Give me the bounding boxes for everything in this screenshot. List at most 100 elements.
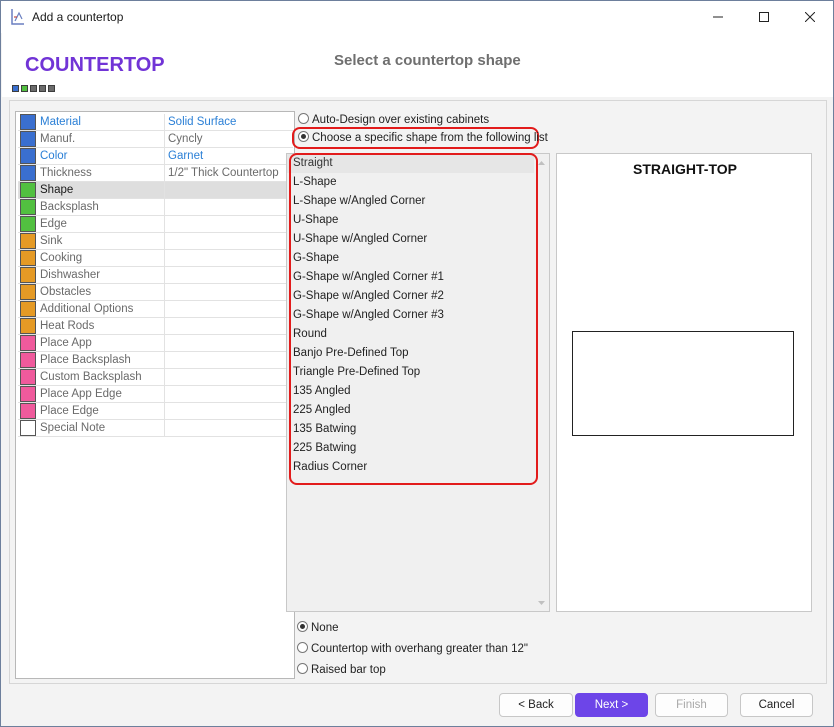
progress-dot [30, 85, 37, 92]
back-button[interactable]: < Back [499, 693, 573, 717]
property-name: Sink [38, 233, 165, 249]
property-row-heat-rods[interactable]: Heat Rods [18, 318, 293, 335]
property-row-dishwasher[interactable]: Dishwasher [18, 267, 293, 284]
progress-dot [39, 85, 46, 92]
raised-bar-radio[interactable] [297, 663, 308, 674]
close-button[interactable] [787, 1, 833, 32]
property-value [165, 250, 168, 266]
status-swatch-icon [20, 284, 36, 300]
property-name: Custom Backsplash [38, 369, 165, 385]
progress-dot [12, 85, 19, 92]
property-name: Material [38, 114, 165, 130]
raised-bar-option[interactable]: Raised bar top [297, 663, 386, 676]
overhang-radio[interactable] [297, 642, 308, 653]
property-name: Backsplash [38, 199, 165, 215]
property-row-obstacles[interactable]: Obstacles [18, 284, 293, 301]
status-swatch-icon [20, 420, 36, 436]
overhang-label: Countertop with overhang greater than 12… [311, 643, 528, 655]
progress-dot [48, 85, 55, 92]
property-row-color[interactable]: Color Garnet [18, 148, 293, 165]
maximize-button[interactable] [741, 1, 787, 32]
progress-dot [21, 85, 28, 92]
status-swatch-icon [20, 301, 36, 317]
status-swatch-icon [20, 386, 36, 402]
close-icon [805, 11, 815, 22]
status-swatch-icon [20, 199, 36, 215]
status-swatch-icon [20, 114, 36, 130]
property-value [165, 352, 168, 368]
auto-design-radio[interactable] [298, 113, 309, 124]
property-row-special-note[interactable]: Special Note [18, 420, 293, 437]
property-row-place-edge[interactable]: Place Edge [18, 403, 293, 420]
property-value [165, 386, 168, 402]
specific-shape-option[interactable]: Choose a specific shape from the followi… [298, 131, 548, 144]
property-value [165, 233, 168, 249]
app-icon [11, 9, 24, 25]
property-value [165, 301, 168, 317]
preview-title: STRAIGHT-TOP [633, 161, 737, 177]
property-row-material[interactable]: Material Solid Surface [18, 114, 293, 131]
property-row-thickness[interactable]: Thickness 1/2" Thick Countertop [18, 165, 293, 182]
property-value[interactable]: Garnet [165, 148, 203, 164]
auto-design-label: Auto-Design over existing cabinets [312, 114, 490, 126]
none-radio[interactable] [297, 621, 308, 632]
shape-list-highlight [289, 153, 538, 485]
none-label: None [311, 622, 339, 634]
properties-table: Material Solid Surface Manuf. Cyncly Color Ga… [18, 114, 293, 437]
property-row-cooking[interactable]: Cooking [18, 250, 293, 267]
status-swatch-icon [20, 267, 36, 283]
property-value [165, 284, 168, 300]
progress-dots [12, 85, 55, 92]
property-row-additional-options[interactable]: Additional Options [18, 301, 293, 318]
property-value [165, 267, 168, 283]
property-name: Color [38, 148, 165, 164]
brand-title: COUNTERTOP [25, 54, 165, 76]
auto-design-option[interactable]: Auto-Design over existing cabinets [298, 113, 489, 126]
property-name: Dishwasher [38, 267, 165, 283]
specific-shape-label: Choose a specific shape from the followi… [312, 132, 548, 144]
minimize-icon [713, 16, 723, 17]
property-row-backsplash[interactable]: Backsplash [18, 199, 293, 216]
status-swatch-icon [20, 165, 36, 181]
property-name: Place Edge [38, 403, 165, 419]
status-swatch-icon [20, 403, 36, 419]
property-value[interactable]: Solid Surface [165, 114, 236, 130]
property-row-edge[interactable]: Edge [18, 216, 293, 233]
property-row-custom-backsplash[interactable]: Custom Backsplash [18, 369, 293, 386]
property-row-place-app-edge[interactable]: Place App Edge [18, 386, 293, 403]
finish-button[interactable]: Finish [655, 693, 728, 717]
property-row-place-backsplash[interactable]: Place Backsplash [18, 352, 293, 369]
property-row-place-app[interactable]: Place App [18, 335, 293, 352]
property-value [165, 369, 168, 385]
status-swatch-icon [20, 131, 36, 147]
status-swatch-icon [20, 148, 36, 164]
status-swatch-icon [20, 233, 36, 249]
property-value [165, 335, 168, 351]
dialog-window: Add a countertop COUNTERTOP Select a cou… [0, 0, 834, 727]
property-name: Edge [38, 216, 165, 232]
property-name: Additional Options [38, 301, 165, 317]
step-title: Select a countertop shape [334, 52, 521, 69]
shape-preview: STRAIGHT-TOP [556, 153, 812, 612]
none-option[interactable]: None [297, 621, 339, 634]
cancel-button[interactable]: Cancel [740, 693, 813, 717]
property-name: Thickness [38, 165, 165, 181]
overhang-option[interactable]: Countertop with overhang greater than 12… [297, 642, 528, 655]
minimize-button[interactable] [695, 1, 741, 32]
property-name: Manuf. [38, 131, 165, 147]
property-name: Place Backsplash [38, 352, 165, 368]
property-value [165, 318, 168, 334]
property-value: Cyncly [168, 133, 203, 145]
property-name: Place App [38, 335, 165, 351]
next-button[interactable]: Next > [575, 693, 648, 717]
status-swatch-icon [20, 335, 36, 351]
property-name: Obstacles [38, 284, 165, 300]
property-row-manuf-[interactable]: Manuf. Cyncly [18, 131, 293, 148]
status-swatch-icon [20, 250, 36, 266]
property-name: Cooking [38, 250, 165, 266]
property-value [165, 199, 168, 215]
properties-panel: Material Solid Surface Manuf. Cyncly Color Ga… [15, 111, 295, 679]
specific-shape-radio[interactable] [298, 131, 309, 142]
property-row-sink[interactable]: Sink [18, 233, 293, 250]
property-row-shape[interactable]: Shape [18, 182, 293, 199]
